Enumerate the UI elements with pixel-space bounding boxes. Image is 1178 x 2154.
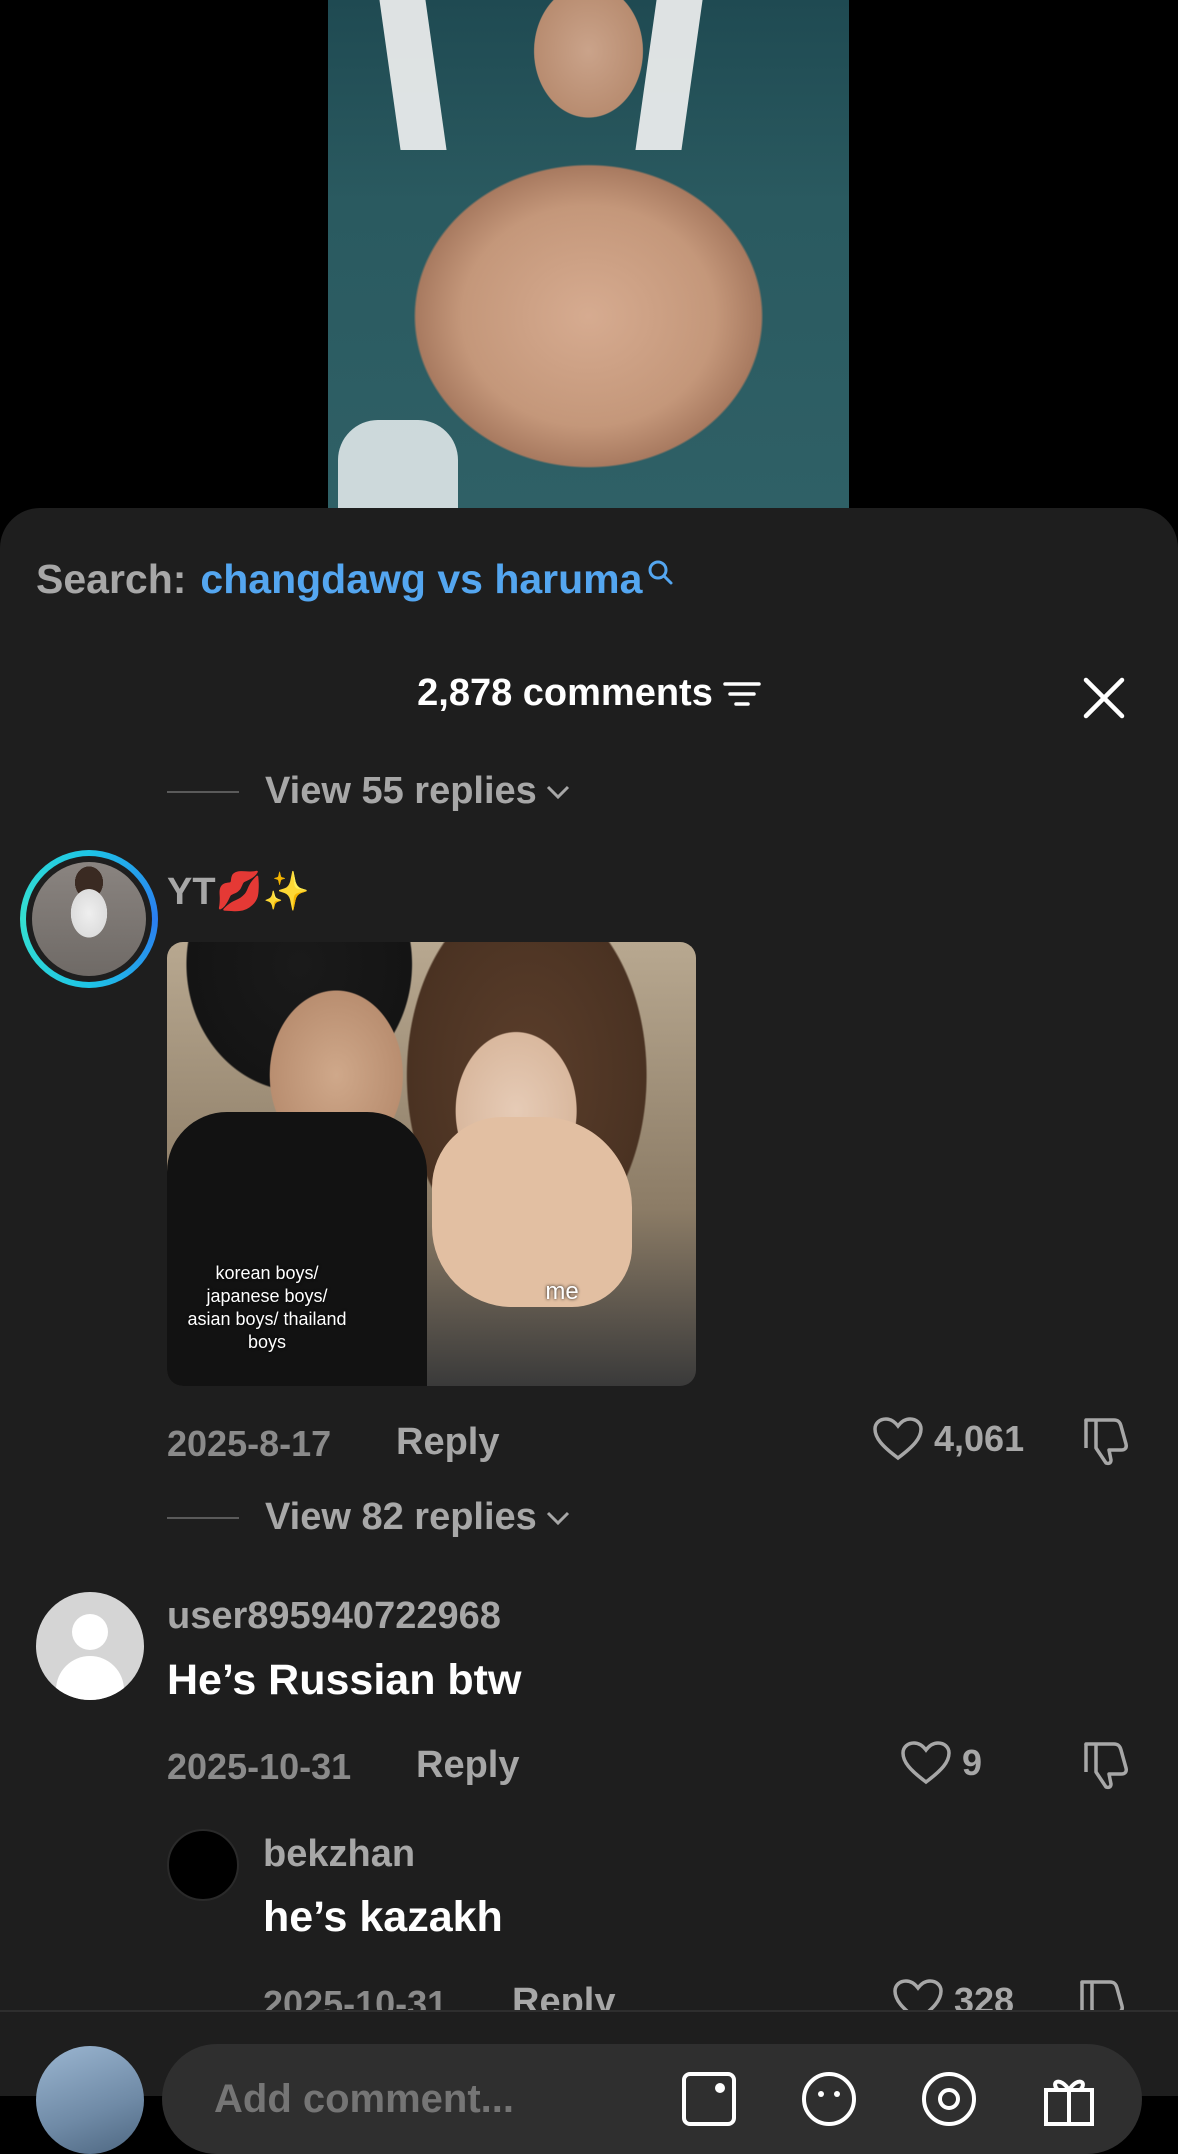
replies-divider (167, 1516, 239, 1519)
like-count: 4,061 (934, 1418, 1025, 1459)
add-comment-input[interactable] (162, 2044, 1142, 2154)
view-replies-label: View 55 replies (265, 770, 537, 812)
reply-button[interactable]: Reply (396, 1421, 499, 1464)
like-button[interactable]: 9 (900, 1740, 982, 1786)
comments-sheet: Search: changdawg vs haruma 2,878 commen… (0, 508, 1178, 2096)
comment-date: 2025-10-31 (167, 1746, 352, 1787)
paddle-board (338, 420, 458, 510)
like-count: 9 (962, 1742, 983, 1783)
search-suggestion[interactable]: Search: changdawg vs haruma (36, 556, 674, 603)
sort-filter-icon[interactable] (723, 679, 761, 709)
replies-divider (167, 790, 239, 793)
comments-header: 2,878 comments (0, 672, 1178, 715)
heart-icon (873, 1417, 923, 1461)
mention-icon[interactable] (920, 2070, 978, 2128)
video-player[interactable] (0, 0, 1178, 510)
image-icon[interactable] (680, 2070, 738, 2128)
search-icon (648, 560, 673, 585)
hat-tassel-left (379, 0, 447, 150)
comment-gif-image[interactable]: korean boys/ japanese boys/ asian boys/ … (167, 942, 696, 1386)
gift-icon[interactable] (1040, 2070, 1098, 2128)
default-avatar[interactable] (36, 1592, 144, 1700)
avatar-story-ring[interactable] (20, 850, 158, 988)
dislike-icon[interactable] (1078, 1416, 1132, 1466)
chevron-down-icon (546, 1511, 569, 1525)
reply-text: he’s kazakh (263, 1893, 503, 1941)
comment-username[interactable]: user895940722968 (167, 1595, 501, 1638)
video-frame (328, 0, 849, 510)
close-icon[interactable] (1082, 676, 1126, 720)
gif-caption-right: me (545, 1278, 579, 1305)
my-avatar (36, 2046, 144, 2154)
reply-button[interactable]: Reply (416, 1744, 519, 1787)
like-button[interactable]: 4,061 (872, 1416, 1024, 1462)
avatar[interactable] (167, 1829, 239, 1901)
search-term-link[interactable]: changdawg vs haruma (200, 556, 642, 603)
reply-username[interactable]: bekzhan (263, 1833, 415, 1876)
avatar (32, 862, 146, 976)
view-replies-label: View 82 replies (265, 1496, 537, 1538)
comments-count: 2,878 comments (417, 672, 713, 714)
comment-composer-bar (0, 2010, 1178, 2154)
comment-username[interactable]: YT💋✨ (167, 870, 310, 914)
gif-caption-left: korean boys/ japanese boys/ asian boys/ … (187, 1263, 347, 1352)
chevron-down-icon (546, 785, 569, 799)
comment-text: He’s Russian btw (167, 1656, 522, 1704)
view-replies-button[interactable]: View 55 replies (167, 770, 571, 813)
dislike-icon[interactable] (1078, 1740, 1132, 1790)
emoji-icon[interactable] (800, 2070, 858, 2128)
hat-tassel-right (635, 0, 703, 150)
comment-date: 2025-8-17 (167, 1423, 332, 1464)
search-label: Search: (36, 556, 187, 602)
view-replies-button[interactable]: View 82 replies (167, 1496, 571, 1539)
heart-icon (901, 1741, 951, 1785)
